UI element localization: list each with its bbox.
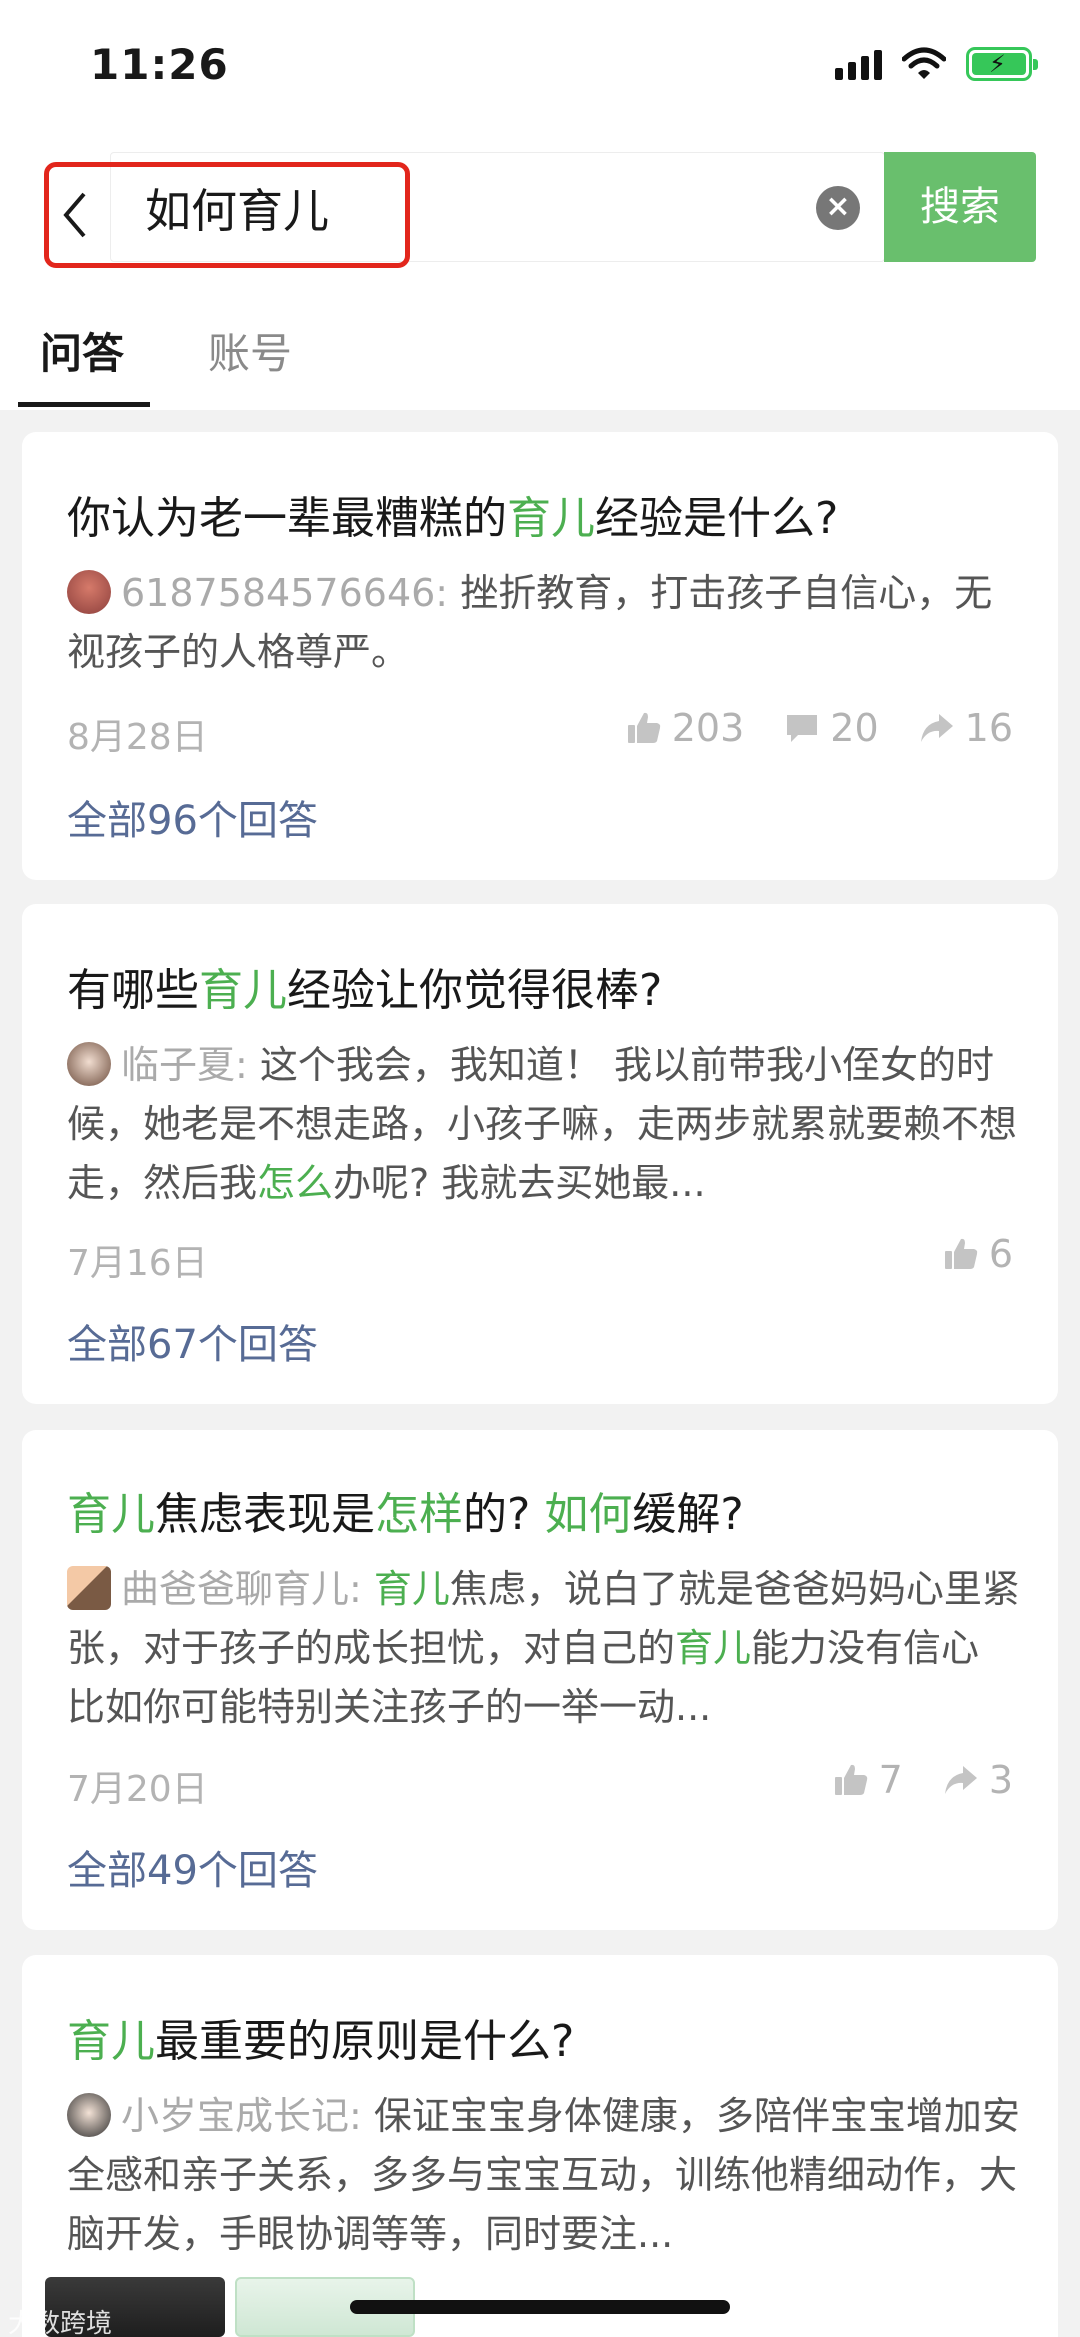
- search-button[interactable]: 搜索: [884, 152, 1036, 262]
- question-date: 7月16日: [67, 1243, 208, 1284]
- question-title[interactable]: 你认为老一辈最糟糕的育儿经验是什么?: [67, 482, 838, 546]
- status-icons: ⚡: [835, 44, 1038, 84]
- question-stats: 7 3: [833, 1758, 1013, 1802]
- answer-preview[interactable]: 6187584576646: 挫折教育，打击孩子自信心，无视孩子的人格尊严。: [67, 564, 1027, 682]
- question-date: 7月20日: [67, 1769, 208, 1810]
- question-date: 8月28日: [67, 717, 208, 758]
- home-indicator: [350, 2300, 730, 2314]
- share-stat[interactable]: 3: [943, 1758, 1013, 1802]
- question-title[interactable]: 有哪些育儿经验让你觉得很棒?: [67, 954, 662, 1018]
- battery-icon: ⚡: [966, 47, 1038, 81]
- answer-preview[interactable]: 小岁宝成长记: 保证宝宝身体健康，多陪伴宝宝增加安全感和亲子关系，多多与宝宝互动…: [67, 2087, 1027, 2264]
- close-icon: ×: [825, 189, 851, 224]
- avatar: [67, 2093, 111, 2137]
- search-bar: 如何育儿 × 搜索: [0, 140, 1080, 280]
- all-answers-link[interactable]: 全部49个回答: [67, 1838, 318, 1896]
- tab-account[interactable]: 账号: [208, 320, 292, 381]
- share-icon: [944, 1766, 977, 1794]
- like-stat[interactable]: 7: [833, 1758, 903, 1802]
- answer-author: 曲爸爸聊育儿:: [121, 1567, 362, 1611]
- status-bar: 11:26 ⚡: [0, 0, 1080, 140]
- all-answers-link[interactable]: 全部67个回答: [67, 1312, 318, 1370]
- share-stat[interactable]: 16: [919, 706, 1013, 750]
- chevron-left-icon: [63, 192, 86, 238]
- tab-qa[interactable]: 问答: [40, 320, 124, 381]
- cellular-signal-icon: [835, 48, 882, 80]
- search-input[interactable]: 如何育儿 ×: [110, 152, 885, 262]
- all-answers-link[interactable]: 全部96个回答: [67, 788, 318, 846]
- question-card[interactable]: 你认为老一辈最糟糕的育儿经验是什么? 6187584576646: 挫折教育，打…: [22, 432, 1058, 880]
- answer-preview[interactable]: 曲爸爸聊育儿: 育儿焦虑，说白了就是爸爸妈妈心里紧张，对于孩子的成长担忧，对自己…: [67, 1560, 1027, 1737]
- avatar: [67, 1042, 111, 1086]
- status-time: 11:26: [90, 40, 229, 89]
- clear-search-button[interactable]: ×: [816, 186, 860, 230]
- comment-icon: [787, 715, 818, 742]
- share-icon: [920, 714, 953, 742]
- answer-author: 小岁宝成长记:: [121, 2094, 362, 2138]
- like-stat[interactable]: 203: [626, 706, 744, 750]
- question-title[interactable]: 育儿焦虑表现是怎样的? 如何缓解?: [67, 1478, 744, 1542]
- answer-preview[interactable]: 临子夏: 这个我会，我知道！ 我以前带我小侄女的时候，她老是不想走路，小孩子嘛，…: [67, 1036, 1027, 1213]
- thumbs-up-icon: [627, 712, 660, 743]
- wifi-icon: [902, 47, 946, 79]
- avatar: [67, 1566, 111, 1610]
- answer-author: 临子夏:: [121, 1043, 248, 1087]
- avatar: [67, 570, 111, 614]
- question-stats: 6: [943, 1232, 1013, 1276]
- watermark-text: 大数跨境: [8, 2309, 113, 2337]
- active-tab-indicator: [18, 402, 150, 407]
- search-query-text: 如何育儿: [145, 184, 329, 238]
- like-stat[interactable]: 6: [943, 1232, 1013, 1276]
- tab-bar: 问答 账号: [0, 280, 1080, 410]
- thumbs-up-icon: [944, 1238, 978, 1269]
- question-card[interactable]: 有哪些育儿经验让你觉得很棒? 临子夏: 这个我会，我知道！ 我以前带我小侄女的时…: [22, 904, 1058, 1404]
- question-stats: 203 20 16: [626, 706, 1013, 750]
- comment-stat[interactable]: 20: [784, 706, 879, 750]
- thumbs-up-icon: [834, 1764, 867, 1795]
- question-card[interactable]: 育儿焦虑表现是怎样的? 如何缓解? 曲爸爸聊育儿: 育儿焦虑，说白了就是爸爸妈妈…: [22, 1430, 1058, 1930]
- back-button[interactable]: [40, 170, 110, 260]
- answer-author: 6187584576646:: [121, 571, 449, 615]
- question-title[interactable]: 育儿最重要的原则是什么?: [67, 2005, 574, 2069]
